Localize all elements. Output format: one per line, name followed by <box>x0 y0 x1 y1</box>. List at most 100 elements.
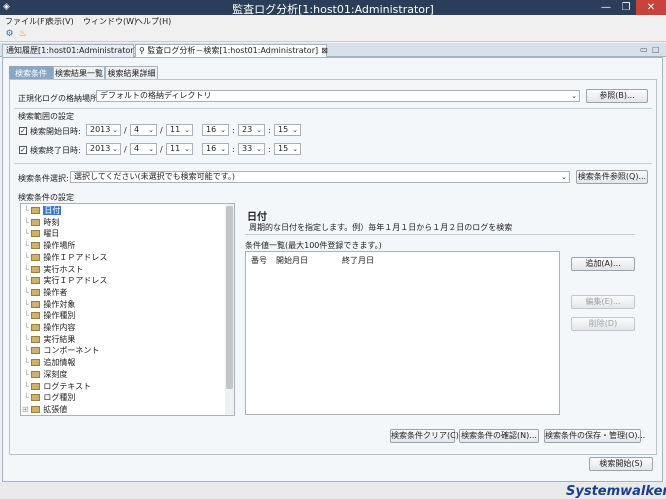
column-header-start-date: 開始月日 <box>276 256 308 265</box>
systemwalker-logo: Systemwalker <box>566 484 666 499</box>
start-day-select[interactable]: 11 ⌄ <box>166 124 193 136</box>
condition-select[interactable]: 選択してください(未選択でも検索可能です。) ⌄ <box>70 171 570 183</box>
tab-notification-history[interactable]: 通知履歴[1:host01:Administrator] <box>2 44 137 57</box>
settings-tool-icon[interactable]: ⚙ <box>4 29 15 40</box>
end-day-select[interactable]: 11 ⌄ <box>166 143 193 155</box>
tree-item[interactable]: └ 深刻度 <box>24 369 67 380</box>
start-datetime-checkbox[interactable]: ✓ <box>19 127 27 135</box>
tree-connector: └ <box>24 369 32 379</box>
end-hour-select[interactable]: 16 ⌄ <box>202 143 229 155</box>
date-separator: / <box>124 145 127 154</box>
chevron-down-icon: ⌄ <box>220 145 226 153</box>
start-year: 2013 <box>90 125 111 134</box>
edit-button[interactable]: 編集(E)... <box>571 295 635 309</box>
start-minute-select[interactable]: 23 ⌄ <box>238 124 265 136</box>
minimize-button[interactable]: — <box>596 0 616 15</box>
tree-item[interactable]: └ ログ種別 <box>24 392 75 403</box>
folder-icon <box>31 382 41 390</box>
tree-item[interactable]: └ 操作場所 <box>24 240 75 251</box>
start-second-select[interactable]: 15 ⌄ <box>274 124 301 136</box>
tree-item[interactable]: └ 操作種別 <box>24 310 75 321</box>
confirm-conditions-button[interactable]: 検索条件の確認(N)... <box>459 429 539 443</box>
end-month-select[interactable]: 4 ⌄ <box>130 143 157 155</box>
tree-item[interactable]: └ 曜日 <box>24 228 59 239</box>
chevron-down-icon: ⌄ <box>112 145 118 153</box>
tree-connector: └ <box>24 206 32 215</box>
delete-button[interactable]: 削除(D) <box>571 317 635 331</box>
tab-audit-search[interactable]: ⚲ 監査ログ分析－検索[1:host01:Administrator] ⊠ <box>135 44 328 57</box>
tree-item[interactable]: └ 操作ＩＰアドレス <box>24 252 107 263</box>
condition-select-value: 選択してください(未選択でも検索可能です。) <box>74 172 235 181</box>
tree-item[interactable]: └ 操作内容 <box>24 322 76 333</box>
menu-file[interactable]: ファイル(F) <box>5 16 48 27</box>
tree-item-label: 実行ホスト <box>43 264 84 274</box>
chevron-down-icon: ⌄ <box>220 126 226 134</box>
end-datetime-checkbox[interactable]: ✓ <box>19 146 27 154</box>
start-year-select[interactable]: 2013 ⌄ <box>86 124 121 136</box>
tree-item-label: 操作対象 <box>43 299 76 309</box>
divider <box>245 234 635 235</box>
storage-value: デフォルトの格納ディレクトリ <box>100 91 212 100</box>
tree-item[interactable]: └ 操作対象 <box>24 299 76 310</box>
tree-item[interactable]: └ 時刻 <box>24 217 59 228</box>
tree-item[interactable]: └ 追加情報 <box>24 357 76 368</box>
start-month-select[interactable]: 4 ⌄ <box>130 124 157 136</box>
start-hour-select[interactable]: 16 ⌄ <box>202 124 229 136</box>
range-section-title: 検索範囲の設定 <box>18 112 74 121</box>
close-tab-icon[interactable]: ⊠ <box>321 46 328 55</box>
tab-search-conditions[interactable]: 検索条件 <box>9 66 53 79</box>
folder-icon <box>31 265 41 273</box>
storage-select[interactable]: デフォルトの格納ディレクトリ ⌄ <box>96 90 580 102</box>
tab-search-results[interactable]: 検索結果一覧 <box>53 66 105 79</box>
add-button[interactable]: 追加(A)... <box>571 257 635 271</box>
chevron-down-icon: ⌄ <box>256 126 262 134</box>
maximize-view-icon[interactable]: □ <box>652 45 660 54</box>
folder-icon <box>31 312 41 320</box>
close-button[interactable]: ✕ <box>636 0 666 15</box>
tree-connector: └ <box>24 287 32 297</box>
tree-item[interactable]: └ コンポーネント <box>24 345 99 356</box>
chevron-down-icon: ⌄ <box>184 145 190 153</box>
tree-item[interactable]: └ 実行ＩＰアドレス <box>24 275 107 286</box>
folder-icon <box>31 300 41 308</box>
tree-item-label: 操作内容 <box>43 323 76 332</box>
end-year-select[interactable]: 2013 ⌄ <box>86 143 121 155</box>
tree-item[interactable]: └ 日付 <box>24 205 62 216</box>
menu-view[interactable]: 表示(V) <box>46 16 74 27</box>
end-minute-select[interactable]: 33 ⌄ <box>238 143 265 155</box>
start-second: 15 <box>278 125 289 134</box>
minimize-view-icon[interactable]: ▭ <box>640 45 648 54</box>
folder-icon <box>31 253 41 261</box>
tree-item[interactable]: ⊞ 拡張値 <box>22 404 67 415</box>
tree-item[interactable]: └ ログテキスト <box>24 381 92 392</box>
maximize-button[interactable]: ❐ <box>616 0 636 15</box>
expand-icon[interactable]: ⊞ <box>22 405 31 414</box>
tree-item-label: 日付 <box>43 206 62 215</box>
menu-window[interactable]: ウィンドウ(W) <box>83 16 137 27</box>
condition-browse-button[interactable]: 検索条件参照(Q)... <box>576 170 648 184</box>
storage-label: 正規化ログの格納場所: <box>18 94 101 103</box>
condition-select-label: 検索条件選択: <box>18 174 69 183</box>
end-year: 2013 <box>90 144 111 153</box>
browse-button[interactable]: 参照(B)... <box>586 89 648 103</box>
condition-list-label: 条件値一覧(最大100件登録できます。) <box>245 241 382 250</box>
tab-label: 通知履歴[1:host01:Administrator] <box>6 46 137 55</box>
bell-icon[interactable]: ♨ <box>17 29 28 40</box>
tree-item-label: 追加情報 <box>43 358 76 368</box>
tree-scroll-thumb[interactable] <box>226 206 233 389</box>
end-second-select[interactable]: 15 ⌄ <box>274 143 301 155</box>
menu-help[interactable]: ヘルプ(H) <box>135 16 171 27</box>
tree-item-label: ログテキスト <box>43 381 92 391</box>
time-separator: : <box>268 145 271 154</box>
tab-search-detail[interactable]: 検索結果詳細 <box>105 66 158 79</box>
time-separator: : <box>232 145 235 154</box>
folder-icon <box>31 230 41 238</box>
start-search-button[interactable]: 検索開始(S) <box>589 457 653 471</box>
tree-item[interactable]: └ 実行結果 <box>24 334 75 345</box>
divider <box>14 163 652 164</box>
clear-conditions-button[interactable]: 検索条件クリア(C) <box>390 429 459 443</box>
condition-value-list[interactable] <box>245 251 560 415</box>
save-conditions-button[interactable]: 検索条件の保存・管理(O)... <box>544 429 645 443</box>
tree-item[interactable]: └ 実行ホスト <box>24 264 84 275</box>
tree-item[interactable]: └ 操作者 <box>24 287 67 298</box>
